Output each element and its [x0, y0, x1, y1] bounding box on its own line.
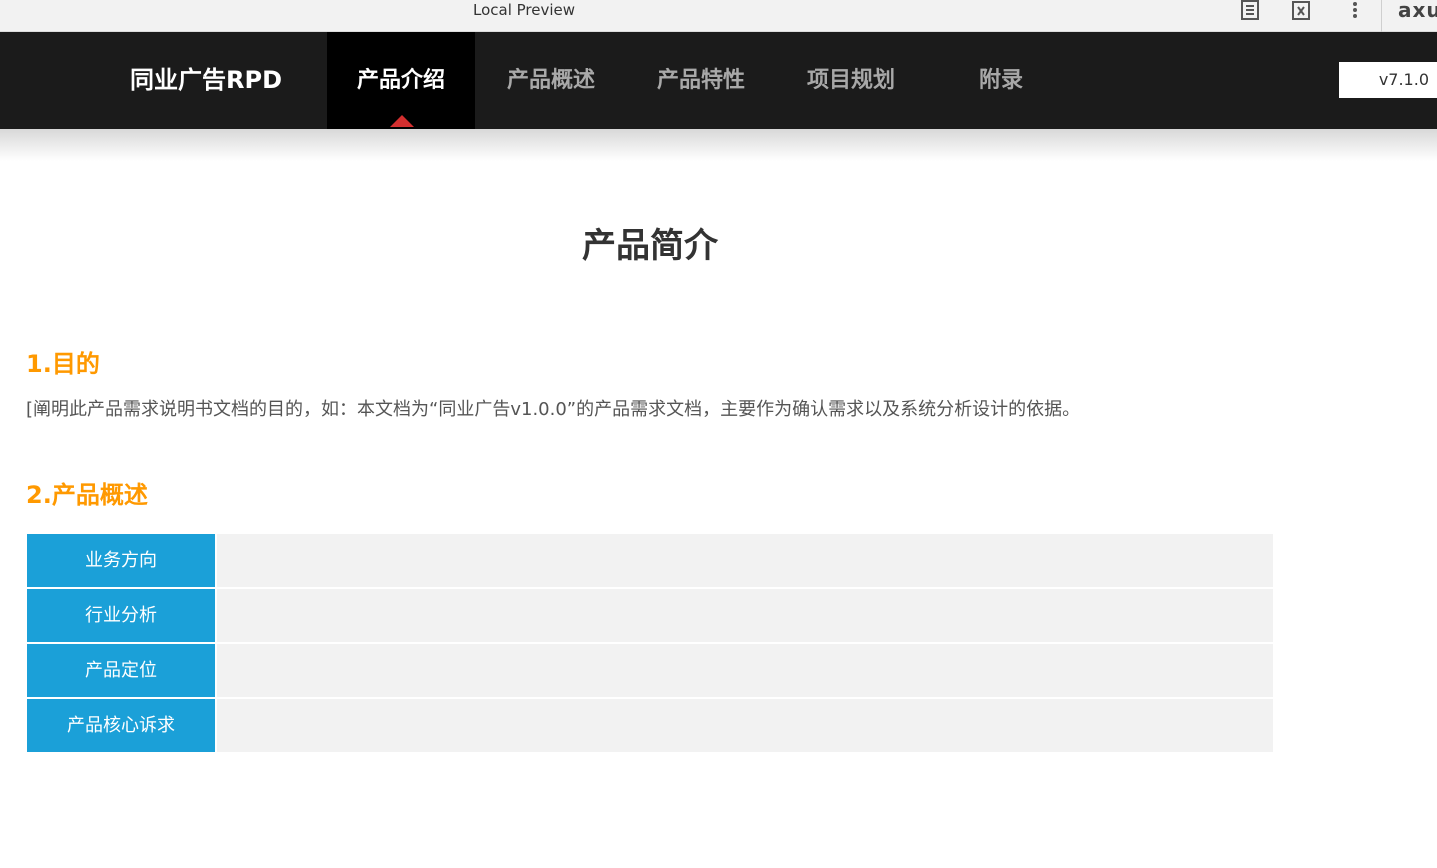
- table-row-label: 业务方向: [27, 534, 215, 587]
- table-row: 业务方向: [27, 534, 1273, 587]
- nav-item-appendix[interactable]: 附录: [927, 32, 1075, 129]
- nav-item-project-planning[interactable]: 项目规划: [777, 32, 925, 129]
- more-vert-icon[interactable]: [1343, 0, 1367, 22]
- active-nav-caret: [390, 115, 414, 127]
- brand-title: 同业广告RPD: [130, 66, 282, 94]
- table-row-value: [217, 589, 1273, 642]
- section-heading-purpose: 1.目的: [26, 350, 100, 378]
- table-row: 产品定位: [27, 644, 1273, 697]
- preview-top-bar: Local Preview axu: [0, 0, 1437, 32]
- variable-icon[interactable]: [1289, 0, 1313, 22]
- toolbar-divider: [1381, 0, 1382, 32]
- nav-item-product-overview[interactable]: 产品概述: [477, 32, 625, 129]
- section-heading-overview: 2.产品概述: [26, 481, 148, 509]
- table-row-label: 产品核心诉求: [27, 699, 215, 752]
- preview-title: Local Preview: [473, 1, 576, 19]
- table-row-label: 行业分析: [27, 589, 215, 642]
- table-row: 产品核心诉求: [27, 699, 1273, 752]
- axure-logo: axu: [1398, 0, 1437, 22]
- table-row: 行业分析: [27, 589, 1273, 642]
- table-row-value: [217, 644, 1273, 697]
- table-row-label: 产品定位: [27, 644, 215, 697]
- version-selector[interactable]: v7.1.0: [1339, 62, 1437, 98]
- document-icon[interactable]: [1238, 0, 1262, 22]
- page-title: 产品简介: [582, 226, 718, 266]
- table-row-value: [217, 534, 1273, 587]
- nav-item-product-features[interactable]: 产品特性: [627, 32, 775, 129]
- purpose-description: [阐明此产品需求说明书文档的目的，如：本文档为“同业广告v1.0.0”的产品需求…: [26, 399, 1081, 420]
- product-overview-table: 业务方向 行业分析 产品定位 产品核心诉求: [27, 534, 1273, 754]
- navbar-shadow: [0, 129, 1437, 161]
- table-row-value: [217, 699, 1273, 752]
